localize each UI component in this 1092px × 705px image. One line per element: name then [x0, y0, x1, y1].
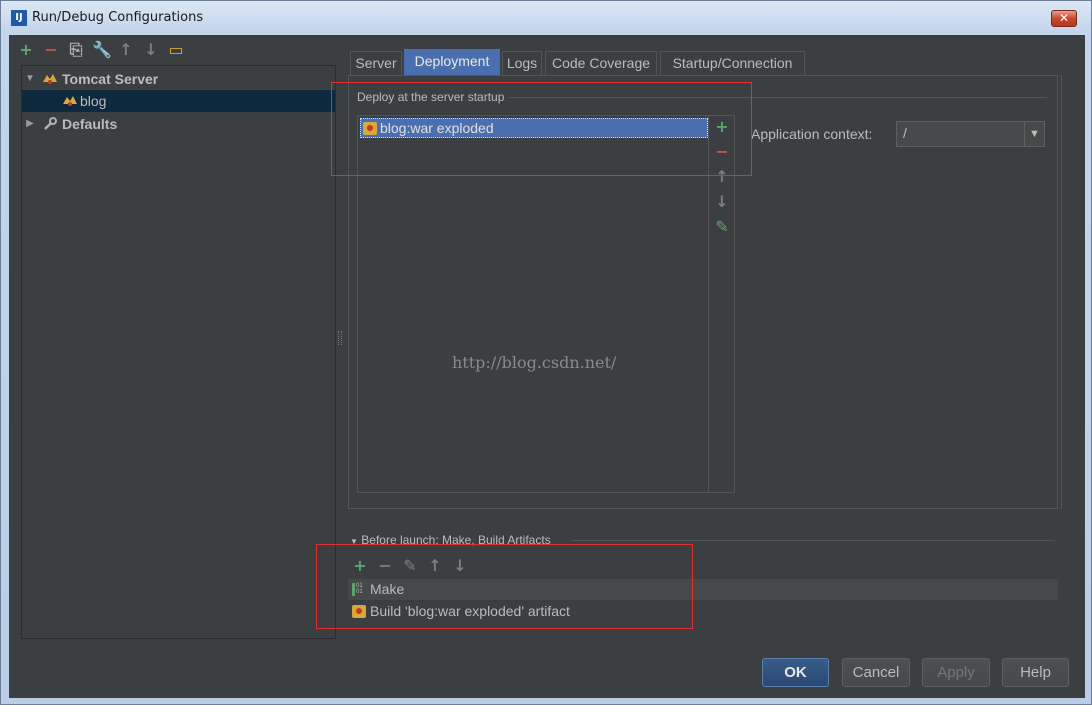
tree-item-defaults[interactable]: ▶ Defaults: [22, 113, 335, 135]
window-frame: IJ Run/Debug Configurations ✕ + − ⎘ 🔧 ↑ ↓ ▭ ▼ …: [0, 0, 1092, 705]
add-icon[interactable]: +: [17, 41, 35, 59]
folder-icon[interactable]: ▭: [167, 41, 185, 59]
tomcat-icon: [63, 96, 77, 106]
tree-item-tomcat-server[interactable]: ▼ Tomcat Server: [22, 68, 335, 90]
application-context-combo[interactable]: / ▼: [896, 121, 1045, 147]
tab-server[interactable]: Server: [350, 51, 402, 75]
watermark: http://blog.csdn.net/: [452, 353, 617, 372]
tab-startup-connection[interactable]: Startup/Connection: [660, 51, 805, 75]
expand-arrow-icon[interactable]: ▶: [24, 113, 36, 135]
move-down-icon[interactable]: ↓: [142, 41, 160, 59]
apply-button[interactable]: Apply: [922, 658, 990, 687]
close-button[interactable]: ✕: [1051, 10, 1077, 27]
intellij-icon: IJ: [11, 10, 27, 26]
scrollbar[interactable]: [1061, 75, 1071, 509]
divider: [571, 540, 1055, 541]
wrench-icon[interactable]: 🔧: [92, 41, 112, 59]
tree-item-label: blog: [80, 93, 107, 109]
tree-item-blog[interactable]: blog: [22, 90, 335, 112]
help-button[interactable]: Help: [1002, 658, 1069, 687]
tree-item-label: Tomcat Server: [62, 71, 159, 87]
edit-icon[interactable]: ✎: [714, 219, 730, 235]
splitter-handle[interactable]: [338, 331, 342, 345]
title-bar[interactable]: IJ Run/Debug Configurations ✕: [1, 1, 1091, 35]
tomcat-icon: [43, 74, 57, 84]
window-title: Run/Debug Configurations: [32, 10, 204, 25]
tab-deployment[interactable]: Deployment: [404, 49, 500, 75]
wrench-icon: [44, 117, 57, 130]
move-down-icon[interactable]: ↓: [714, 194, 730, 210]
cancel-button[interactable]: Cancel: [842, 658, 910, 687]
annotation-box: [316, 544, 693, 629]
application-context-label: Application context:: [751, 126, 873, 142]
remove-icon[interactable]: −: [42, 41, 60, 59]
expand-arrow-icon[interactable]: ▼: [24, 68, 36, 90]
tree-item-label: Defaults: [62, 116, 118, 132]
chevron-down-icon[interactable]: ▼: [1024, 122, 1044, 146]
move-up-icon[interactable]: ↑: [117, 41, 135, 59]
ok-button[interactable]: OK: [762, 658, 829, 687]
application-context-value: /: [903, 125, 907, 141]
copy-icon[interactable]: ⎘: [67, 41, 85, 59]
annotation-box: [331, 82, 752, 176]
config-tree[interactable]: ▼ Tomcat Server blog ▶ Defaults: [21, 65, 336, 639]
tab-logs[interactable]: Logs: [502, 51, 542, 75]
tab-code-coverage[interactable]: Code Coverage: [545, 51, 657, 75]
